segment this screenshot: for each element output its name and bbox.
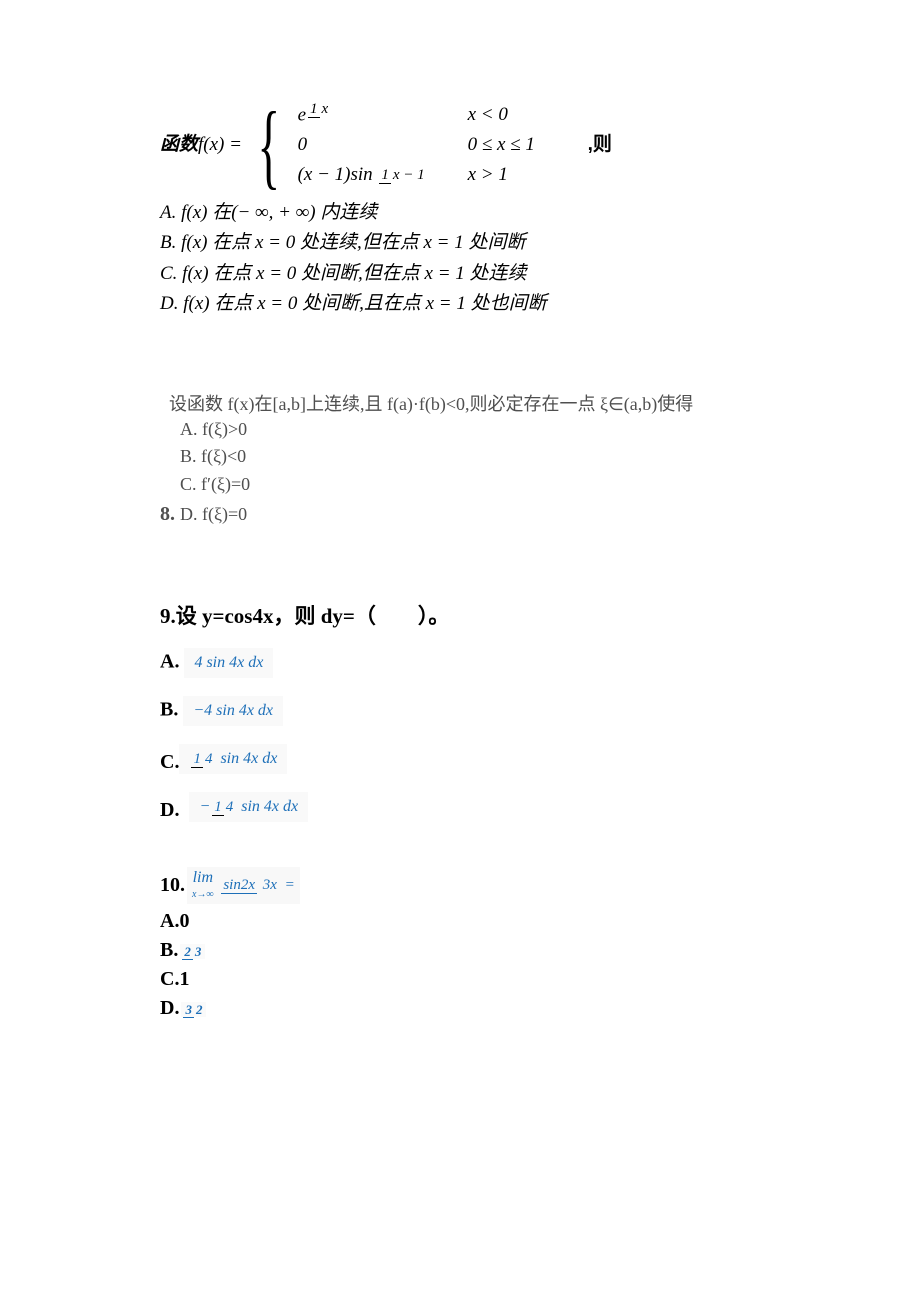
piece3-left: (x − 1)sin 1x − 1 <box>298 160 468 190</box>
q9-choice-D: D. −14 sin 4x dx <box>160 792 760 822</box>
q7-tail: ,则 <box>588 130 612 160</box>
piecewise-table: e1x x < 0 0 0 ≤ x ≤ 1 (x − 1)sin 1x − 1 … <box>298 100 588 190</box>
question-7: 函数 f(x) = { e1x x < 0 0 0 ≤ x ≤ 1 (x − 1… <box>160 100 760 320</box>
q10-choice-B: B.23 <box>160 939 760 962</box>
q9-D-label: D. <box>160 799 179 822</box>
q10-choice-A: A.0 <box>160 910 760 933</box>
piece1-right: x < 0 <box>468 100 588 130</box>
q7-choice-A: A. f(x) 在(− ∞, + ∞) 内连续 <box>160 198 760 228</box>
q8-last-row: 8.D. f(ξ)=0 <box>160 499 760 530</box>
q8-choice-D: D. f(ξ)=0 <box>180 504 247 524</box>
q10-choice-D: D.32 <box>160 997 760 1020</box>
piece1-left: e1x <box>298 100 468 131</box>
q9-B-expr: −4 sin 4x dx <box>183 696 283 726</box>
q10-stem: 10. lim x→∞ sin2x 3x = <box>160 867 760 904</box>
piece2-left: 0 <box>298 130 468 160</box>
q7-choice-C: C. f(x) 在点 x = 0 处间断,但在点 x = 1 处连续 <box>160 259 760 289</box>
piece2-right: 0 ≤ x ≤ 1 <box>468 130 588 160</box>
q10-number: 10. <box>160 874 185 897</box>
q7-choice-D: D. f(x) 在点 x = 0 处间断,且在点 x = 1 处也间断 <box>160 289 760 319</box>
q9-D-expr: −14 sin 4x dx <box>189 792 308 822</box>
q7-prefix: 函数 <box>160 130 198 160</box>
q8-choice-B: B. f(ξ)<0 <box>180 443 760 471</box>
q8-choice-C: C. f′(ξ)=0 <box>180 471 760 499</box>
q9-choice-C: C. 14 sin 4x dx <box>160 744 760 774</box>
page-content: 函数 f(x) = { e1x x < 0 0 0 ≤ x ≤ 1 (x − 1… <box>0 0 920 1080</box>
q9-choice-B: B. −4 sin 4x dx <box>160 696 760 726</box>
q7-fx-equals: f(x) = <box>198 130 242 160</box>
q10-limit: lim x→∞ sin2x 3x = <box>187 867 300 904</box>
question-10: 10. lim x→∞ sin2x 3x = A.0 B.23 C.1 D.32 <box>160 867 760 1020</box>
q7-function-definition: 函数 f(x) = { e1x x < 0 0 0 ≤ x ≤ 1 (x − 1… <box>160 100 760 190</box>
q8-choice-A: A. f(ξ)>0 <box>180 416 760 444</box>
q9-B-label: B. <box>160 699 178 721</box>
piece3-right: x > 1 <box>468 160 588 190</box>
q9-A-expr: 4 sin 4x dx <box>184 648 273 678</box>
q8-stem: 设函数 f(x)在[a,b]上连续,且 f(a)·f(b)<0,则必定存在一点 … <box>160 390 760 416</box>
q9-number: 9. <box>160 604 176 628</box>
q9-stem-row: 9.设 y=cos4x，则 dy=（ ）。 <box>160 600 760 630</box>
q9-choice-A: A. 4 sin 4x dx <box>160 648 760 678</box>
left-brace-icon: { <box>257 100 280 190</box>
q7-choice-B: B. f(x) 在点 x = 0 处连续,但在点 x = 1 处间断 <box>160 228 760 258</box>
q7-choices: A. f(x) 在(− ∞, + ∞) 内连续 B. f(x) 在点 x = 0… <box>160 198 760 320</box>
q9-A-label: A. <box>160 651 179 673</box>
q10-choice-C: C.1 <box>160 968 760 991</box>
q9-stem-text: 设 y=cos4x，则 dy=（ ）。 <box>176 604 450 628</box>
question-9: 9.设 y=cos4x，则 dy=（ ）。 A. 4 sin 4x dx B. … <box>160 600 760 822</box>
q9-C-label: C. <box>160 751 179 774</box>
question-8: 设函数 f(x)在[a,b]上连续,且 f(a)·f(b)<0,则必定存在一点 … <box>160 390 760 531</box>
q9-C-expr: 14 sin 4x dx <box>179 744 287 774</box>
